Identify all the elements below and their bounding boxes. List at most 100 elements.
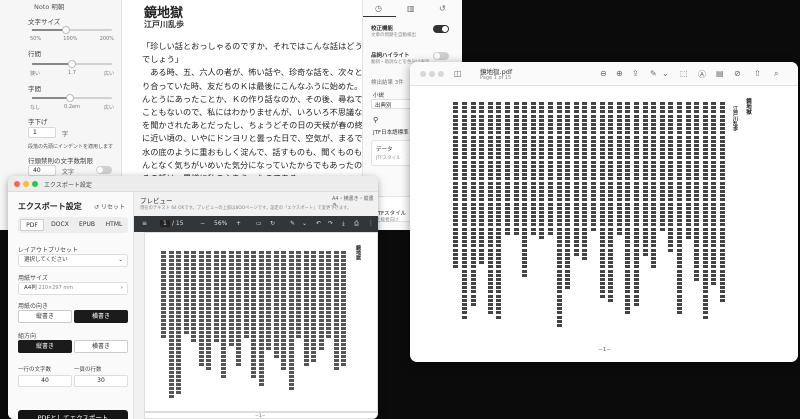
sidebar-icon[interactable]: ◫: [454, 69, 462, 78]
crop-icon[interactable]: ⬚: [680, 69, 688, 78]
highlight-toggle[interactable]: [433, 52, 449, 60]
format-tab-html[interactable]: HTML: [101, 219, 127, 231]
share-icon[interactable]: ⇧: [754, 69, 761, 78]
text-column: [326, 251, 331, 339]
text-column: [694, 102, 700, 282]
paper-size-select[interactable]: A4判 210×297 mm ›: [18, 282, 128, 295]
text-column: [273, 251, 279, 359]
chevron-right-icon: ›: [120, 285, 123, 291]
zoom-level[interactable]: 56%: [214, 220, 227, 227]
fit-page-icon[interactable]: ▭: [256, 220, 262, 227]
download-icon[interactable]: ⤓: [342, 220, 345, 228]
font-select[interactable]: Noto 明朝: [34, 1, 64, 11]
reset-button[interactable]: ↺ リセット: [94, 202, 125, 211]
orientation-label: 用紙の向き: [18, 303, 49, 310]
preview-pane: プレビュー A4・横書き・縦書き 現在のテキスト 64 OKです。プレビューの上…: [134, 192, 378, 419]
more-icon[interactable]: ⋮: [368, 220, 374, 227]
indent-label: 字下げ: [28, 118, 48, 126]
line-height-max: 広い: [103, 71, 114, 77]
export-pdf-button[interactable]: PDFとしてエクスポート: [18, 410, 128, 419]
zoom-out-icon[interactable]: ⊖: [600, 69, 607, 78]
search-icon[interactable]: ⌕: [774, 69, 778, 79]
text-column: [720, 102, 725, 303]
text-column: [281, 251, 286, 371]
chevron-down-icon[interactable]: ⌄: [302, 220, 307, 227]
direction-option-vertical[interactable]: 縦書き: [18, 340, 72, 353]
close-button[interactable]: [420, 71, 426, 77]
share-icon[interactable]: ⇪: [632, 69, 639, 78]
format-tab-epub[interactable]: EPUB: [74, 219, 100, 231]
result-item-title: JTFスタイル: [376, 211, 407, 217]
zoom-button[interactable]: [438, 71, 444, 77]
orientation-option-1[interactable]: 縦書き: [18, 310, 72, 323]
text-column: [642, 102, 648, 257]
chars-per-line-input[interactable]: 40: [18, 375, 72, 387]
layout-preset-value: 選択してください: [24, 257, 68, 263]
format-tab-docx[interactable]: DOCX: [47, 219, 73, 231]
wrap-toggle[interactable]: [96, 166, 112, 174]
orientation-option-2[interactable]: 横書き: [74, 310, 128, 323]
line-height-slider[interactable]: [32, 60, 112, 68]
text-column: [198, 251, 204, 367]
redo-icon[interactable]: ↷: [328, 220, 333, 227]
zoom-button[interactable]: [32, 181, 38, 187]
filter-icon[interactable]: ⚲: [373, 116, 378, 124]
minimize-button[interactable]: [429, 71, 435, 77]
viewer-page-footer: －1－: [598, 347, 612, 353]
zoom-in-icon[interactable]: ⊕: [616, 69, 623, 78]
indent-input[interactable]: 1: [28, 127, 56, 138]
form-icon[interactable]: ▤: [716, 69, 724, 78]
text-column: [161, 251, 166, 339]
undo-icon[interactable]: ↶: [316, 220, 321, 227]
viewer-author: 江戸川乱歩: [732, 106, 738, 131]
pen-icon[interactable]: ✎: [650, 69, 657, 78]
text-column: [685, 102, 691, 240]
wrap-input[interactable]: 40: [28, 165, 56, 176]
lines-per-page-input[interactable]: 30: [74, 375, 128, 387]
print-icon[interactable]: ⎙: [354, 220, 359, 228]
font-size-slider[interactable]: [32, 26, 112, 34]
wrap-unit: 文字: [62, 169, 75, 176]
indent-unit: 字: [62, 131, 69, 138]
menu-icon[interactable]: ≡: [142, 220, 147, 227]
text-column: [221, 251, 226, 379]
minimize-button[interactable]: [23, 181, 29, 187]
pen-icon[interactable]: ✎: [290, 220, 295, 227]
export-settings-sidebar: エクスポート設定 ↺ リセット PDF DOCX EPUB HTML レイアウト…: [8, 192, 134, 419]
text-column: [206, 251, 211, 371]
text-column: [702, 102, 708, 320]
rotate-icon[interactable]: ↻: [270, 220, 275, 227]
zoom-in-icon[interactable]: +: [236, 220, 241, 227]
highlight-icon[interactable]: ⊘: [734, 69, 741, 78]
text-column: [228, 251, 234, 347]
text-column: [591, 102, 596, 232]
close-button[interactable]: [14, 181, 20, 187]
proof-sub: 文章の問題を自動検出: [371, 33, 416, 38]
export-heading: エクスポート設定: [18, 202, 82, 211]
zoom-out-icon[interactable]: −: [200, 220, 205, 227]
text-column: [243, 251, 249, 339]
text-column: [462, 102, 467, 320]
clock-icon[interactable]: ◷: [375, 4, 382, 13]
proof-toggle[interactable]: [433, 25, 449, 33]
letter-spacing-slider[interactable]: [32, 94, 112, 102]
font-size-max: 200%: [99, 36, 114, 42]
jtf-label: JTF日本語標準: [373, 130, 409, 136]
text-column: [513, 102, 519, 236]
text-column: [565, 102, 571, 290]
genre-select[interactable]: 小説: [373, 91, 384, 99]
text-column: [556, 102, 562, 328]
history-icon[interactable]: ↺: [439, 4, 446, 13]
format-tab-pdf[interactable]: PDF: [20, 219, 44, 231]
layout-preset-select[interactable]: 選択してください ⌄: [18, 254, 128, 267]
chart-icon[interactable]: ▥: [407, 4, 415, 13]
chevron-down-icon[interactable]: ⌄: [662, 69, 669, 78]
layout-preset-label: レイアウトプリセット: [18, 247, 79, 254]
page-number-input[interactable]: 1: [160, 220, 170, 227]
markup-icon[interactable]: Ⓐ: [698, 69, 706, 80]
text-column: [668, 102, 674, 253]
text-column: [453, 102, 459, 270]
direction-option-horizontal[interactable]: 横書き: [74, 340, 128, 353]
text-column: [548, 102, 553, 236]
text-column: [191, 251, 196, 343]
